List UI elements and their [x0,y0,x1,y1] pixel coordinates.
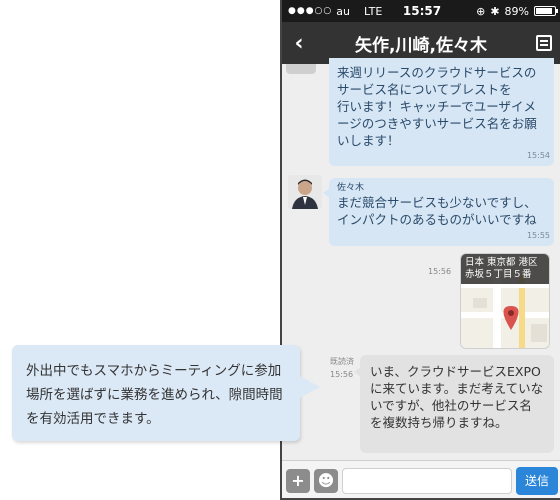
message-time: 15:56 [428,267,452,276]
location-map[interactable]: 日本 東京都 港区 赤坂５丁目５番 [460,253,550,349]
add-icon[interactable]: + [286,468,310,493]
menu-icon [536,35,552,51]
menu-button[interactable] [526,35,560,51]
status-bar: ●●●○○ au LTE 15:57 ⊕ ✱ 89% [282,0,560,22]
avatar[interactable] [288,175,322,209]
message-text: まだ競合サービスも少ないですし、インパクトのあるものがいいですね [337,195,537,227]
emoji-icon[interactable]: ☻ [314,468,338,493]
message-bubble: 佐々木 まだ競合サービスも少ないですし、インパクトのあるものがいいですね 15:… [323,178,554,246]
stage: ●●●○○ au LTE 15:57 ⊕ ✱ 89% ‹ 矢作,川崎,佐々木 来… [0,0,560,500]
phone-screen: ●●●○○ au LTE 15:57 ⊕ ✱ 89% ‹ 矢作,川崎,佐々木 来… [280,0,560,500]
conversation-title: 矢作,川崎,佐々木 [355,35,487,56]
message-bubble: 来週リリースのクラウドサービスのサービス名についてブレストを 行います！キャッチ… [329,58,554,166]
avatar-partial [286,64,316,74]
message-input[interactable] [342,467,512,494]
read-label: 既読済 [330,357,354,366]
message-time: 15:54 [526,151,550,160]
send-button[interactable]: 送信 [516,466,558,495]
callout-text: 外出中でもスマホからミーティングに参加場所を選ばずに業務を進められ、隙間時間を有… [26,363,283,427]
bluetooth-icon: ✱ [490,4,500,18]
back-icon[interactable]: ‹ [282,31,316,56]
read-status: 既読済 15:56 [330,355,354,381]
message-text: 来週リリースのクラウドサービスのサービス名についてブレストを 行います！キャッチ… [337,65,537,148]
message-text: いま、クラウドサービスEXPOに来ています。まだ考えていないですが、他社のサービ… [370,364,544,430]
feature-callout: 外出中でもスマホからミーティングに参加場所を選ばずに業務を進められ、隙間時間を有… [12,345,320,441]
sender-name: 佐々木 [337,183,365,193]
message-time: 15:55 [526,231,550,240]
message-bubble-own: いま、クラウドサービスEXPOに来ています。まだ考えていないですが、他社のサービ… [354,355,554,453]
map-address: 日本 東京都 港区 赤坂５丁目５番 [461,254,549,284]
message-time: 15:56 [330,370,354,379]
lock-icon: ⊕ [476,4,486,18]
battery-percent: 89% [504,4,529,18]
input-bar: + ☻ 送信 [282,460,560,498]
battery-icon [534,6,558,16]
